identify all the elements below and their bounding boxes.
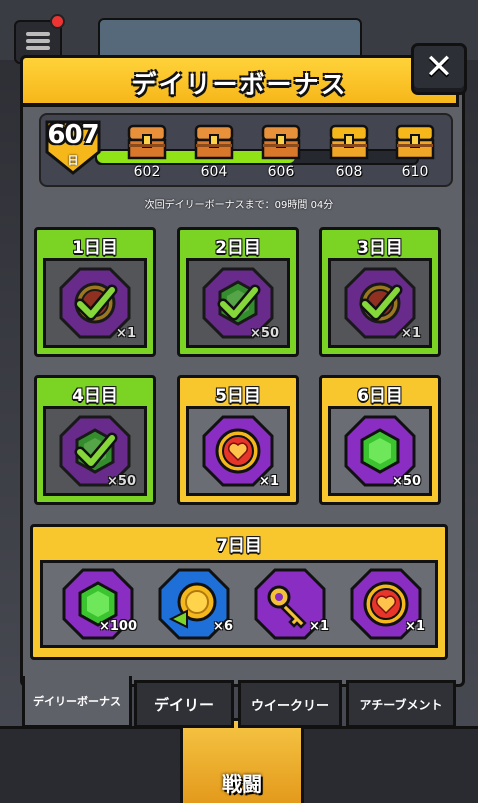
day-card-5[interactable]: 5日目 ×1 [177, 375, 299, 505]
next-bonus-timer: 次回デイリーボーナスまで：09時間 04分 [144, 200, 334, 211]
tab-4[interactable]: アチーブメント [346, 680, 456, 728]
milestone-chest: 608 [328, 122, 370, 182]
current-day-number: 607 [47, 120, 99, 150]
reward-quantity: ×1 [116, 326, 136, 341]
tab-3[interactable]: ウイークリー [238, 680, 342, 728]
chest-icon [395, 124, 435, 160]
day-card-6[interactable]: 6日目 ×50 [319, 375, 441, 505]
reward-slot: ×1 [43, 258, 147, 348]
day-card-7: 7日目 ×100 ×6 ×1 ×1 [30, 524, 448, 660]
tab-2[interactable]: デイリー [134, 680, 234, 728]
reward-slot: ×1 [186, 406, 290, 496]
chest-icon [261, 124, 301, 160]
milestone-chest: 606 [260, 122, 302, 182]
day-card-1[interactable]: 1日目 ×1 [34, 227, 156, 357]
milestone-chest: 604 [193, 122, 235, 182]
reward-quantity: ×1 [309, 619, 329, 634]
day-card-2[interactable]: 2日目 ×50 [177, 227, 299, 357]
tab-1[interactable]: デイリーボーナス [22, 676, 132, 728]
milestone-chest: 610 [394, 122, 436, 182]
day-card-title: 1日目 [72, 238, 118, 258]
reward-quantity: ×1 [259, 474, 279, 489]
reward-slot: ×1 [328, 258, 432, 348]
close-icon: ✕ [424, 47, 454, 87]
milestone-label: 610 [401, 164, 429, 180]
battle-label: 戦闘 [222, 772, 262, 796]
reward-quantity: ×50 [250, 326, 279, 341]
milestone-label: 604 [200, 164, 228, 180]
tab-label: デイリーボーナス [33, 694, 121, 708]
chest-icon [194, 124, 234, 160]
milestone-chest: 602 [126, 122, 168, 182]
battle-tab-background: 戦闘 [180, 718, 304, 803]
current-day-unit: 日 [67, 154, 79, 167]
notification-badge [50, 14, 65, 29]
day-card-3[interactable]: 3日目 ×1 [319, 227, 441, 357]
milestone-label: 606 [267, 164, 295, 180]
reward-quantity: ×50 [107, 474, 136, 489]
panel-header: デイリーボーナス [20, 55, 459, 107]
day-card-4[interactable]: 4日目 ×50 [34, 375, 156, 505]
day7-reward-row: ×100 ×6 ×1 ×1 [40, 560, 438, 648]
tab-label: デイリー [153, 695, 214, 714]
tab-label: ウイークリー [250, 698, 329, 714]
day-card-title: 2日目 [215, 238, 261, 258]
reward-slot: ×50 [43, 406, 147, 496]
bottom-tabs: デイリーボーナス デイリー ウイークリー アチーブメント [22, 676, 456, 728]
day-card-title: 6日目 [357, 386, 403, 406]
milestone-label: 602 [133, 164, 161, 180]
day-card-title: 4日目 [72, 386, 118, 406]
reward-quantity: ×50 [392, 474, 421, 489]
milestone-label: 608 [335, 164, 363, 180]
close-button[interactable]: ✕ [411, 43, 467, 95]
panel-title: デイリーボーナス [131, 70, 348, 99]
reward-quantity: ×100 [98, 619, 137, 634]
reward-slot: ×50 [328, 406, 432, 496]
chest-icon [329, 124, 369, 160]
reward-quantity: ×1 [401, 326, 421, 341]
day-card-title: 3日目 [357, 238, 403, 258]
reward-quantity: ×1 [405, 619, 425, 634]
current-day-badge: 607 日 [41, 118, 105, 176]
reward-quantity: ×6 [213, 619, 233, 634]
reward-slot: ×50 [186, 258, 290, 348]
chest-icon [127, 124, 167, 160]
day-card-title: 7日目 [216, 536, 262, 556]
tab-label: アチーブメント [359, 697, 443, 712]
day-card-title: 5日目 [215, 386, 261, 406]
